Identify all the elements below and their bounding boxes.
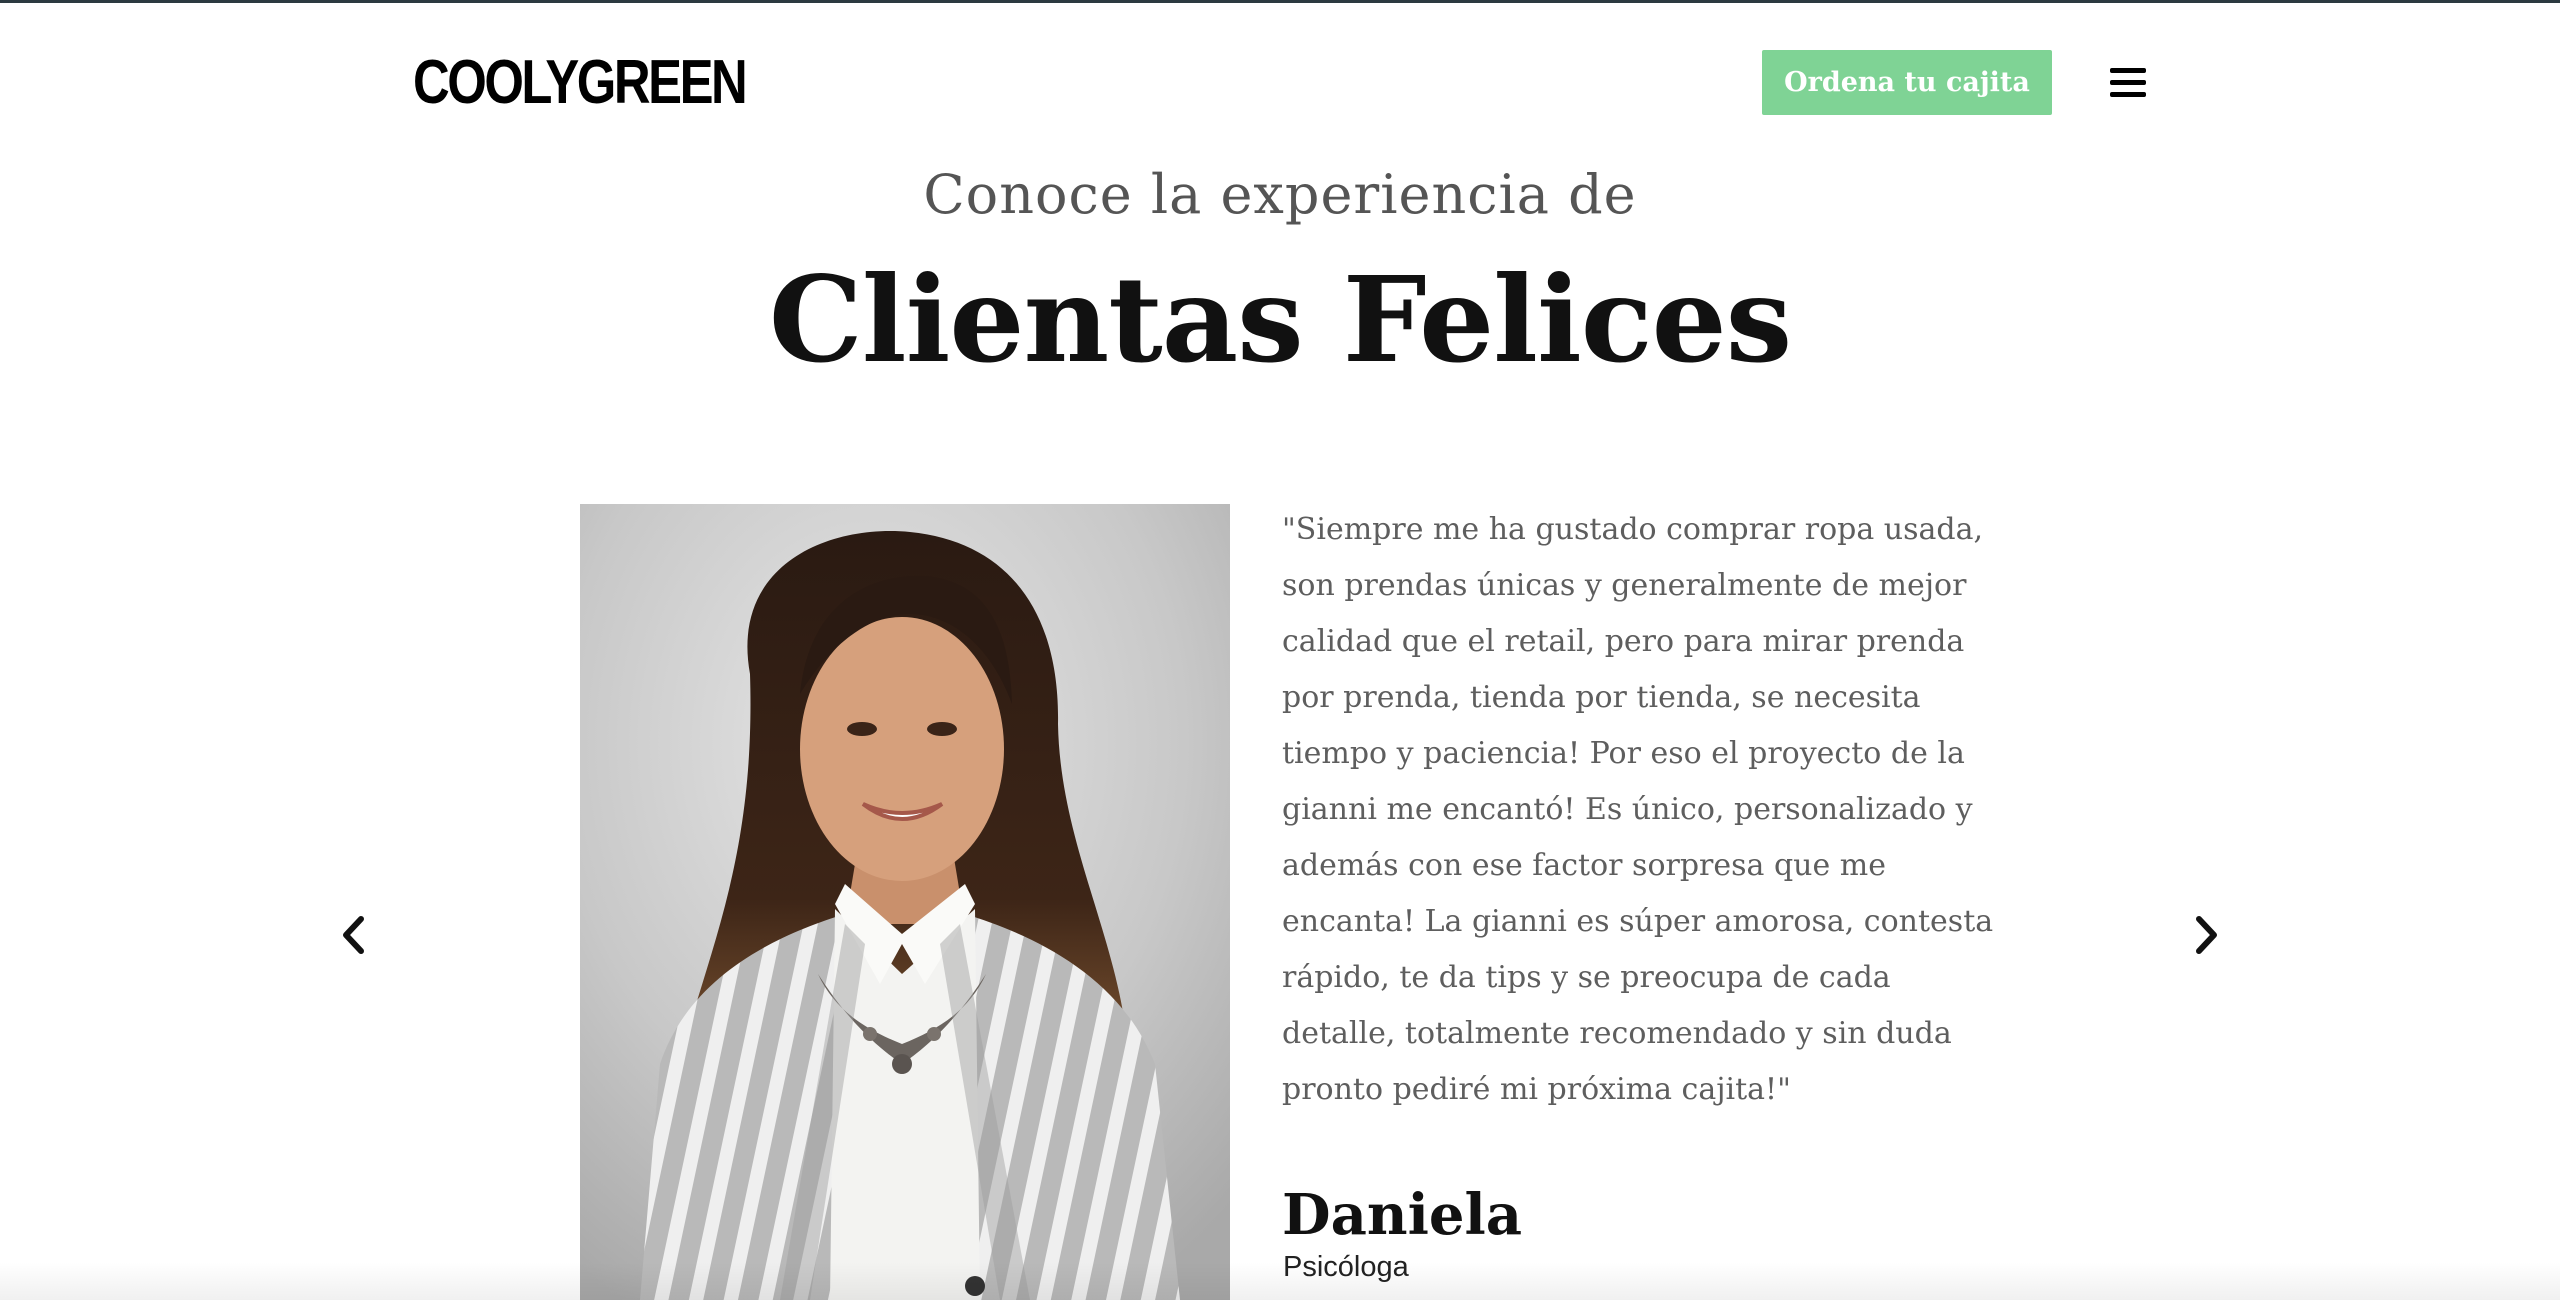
testimonial-photo <box>580 504 1230 1300</box>
order-box-button[interactable]: Ordena tu cajita <box>1762 50 2052 115</box>
section-kicker: Conoce la experiencia de <box>923 163 1637 226</box>
section-title: Clientas Felices <box>768 250 1792 389</box>
chevron-left-icon <box>343 916 364 954</box>
bottom-shadow <box>0 1262 2560 1300</box>
chevron-right-icon <box>2196 916 2217 954</box>
testimonial-name: Daniela <box>1282 1182 1523 1248</box>
top-border <box>0 0 2560 3</box>
portrait-photo <box>580 504 1230 1300</box>
testimonial-quote: "Siempre me ha gustado comprar ropa usad… <box>1282 512 1994 1107</box>
carousel-prev-button[interactable] <box>330 910 380 960</box>
carousel-next-button[interactable] <box>2180 910 2230 960</box>
testimonial-role: Psicóloga <box>1283 1251 1409 1283</box>
brand-logo[interactable]: COOLYGREEN <box>413 48 748 118</box>
hamburger-menu-icon[interactable] <box>2110 68 2146 98</box>
